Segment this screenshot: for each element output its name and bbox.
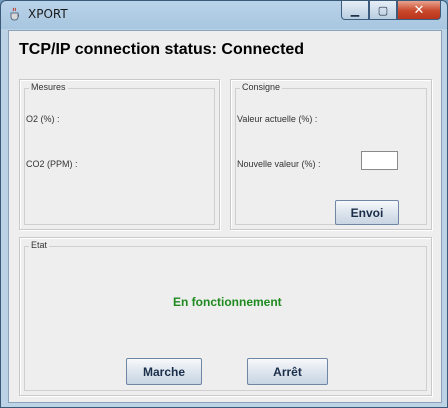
title-bar[interactable]: XPORT ▁ ▢ ✕ bbox=[1, 1, 447, 29]
minimize-icon: ▁ bbox=[350, 3, 360, 17]
consigne-legend: Consigne bbox=[240, 82, 283, 92]
minimize-button[interactable]: ▁ bbox=[341, 1, 369, 20]
new-value-label: Nouvelle valeur (%) : bbox=[237, 159, 321, 169]
app-window: XPORT ▁ ▢ ✕ TCP/IP connection status: Co… bbox=[0, 0, 448, 408]
connection-status-heading: TCP/IP connection status: Connected bbox=[19, 41, 305, 58]
mesures-legend: Mesures bbox=[29, 82, 68, 92]
start-button[interactable]: Marche bbox=[126, 358, 202, 385]
maximize-button[interactable]: ▢ bbox=[369, 1, 397, 20]
mesures-group: Mesures bbox=[24, 82, 215, 225]
etat-legend: Etat bbox=[29, 240, 50, 250]
stop-button[interactable]: Arrêt bbox=[247, 358, 328, 385]
caption-buttons: ▁ ▢ ✕ bbox=[341, 1, 441, 21]
consigne-panel: Consigne Valeur actuelle (%) : Nouvelle … bbox=[230, 79, 432, 230]
current-value-label: Valeur actuelle (%) : bbox=[237, 114, 318, 124]
etat-panel: Etat En fonctionnement Marche Arrêt bbox=[19, 237, 432, 396]
send-button[interactable]: Envoi bbox=[335, 200, 399, 225]
close-button[interactable]: ✕ bbox=[397, 1, 441, 20]
co2-label: CO2 (PPM) : bbox=[26, 159, 78, 169]
o2-label: O2 (%) : bbox=[26, 114, 60, 124]
java-cup-icon bbox=[10, 7, 20, 21]
window-title: XPORT bbox=[28, 7, 68, 21]
etat-group: Etat bbox=[24, 240, 427, 391]
new-value-input[interactable] bbox=[361, 151, 398, 170]
close-icon: ✕ bbox=[413, 2, 425, 18]
client-area: TCP/IP connection status: Connected Mesu… bbox=[8, 30, 442, 403]
maximize-icon: ▢ bbox=[377, 3, 389, 17]
mesures-panel: Mesures O2 (%) : CO2 (PPM) : bbox=[19, 79, 220, 230]
status-text: En fonctionnement bbox=[173, 295, 282, 309]
